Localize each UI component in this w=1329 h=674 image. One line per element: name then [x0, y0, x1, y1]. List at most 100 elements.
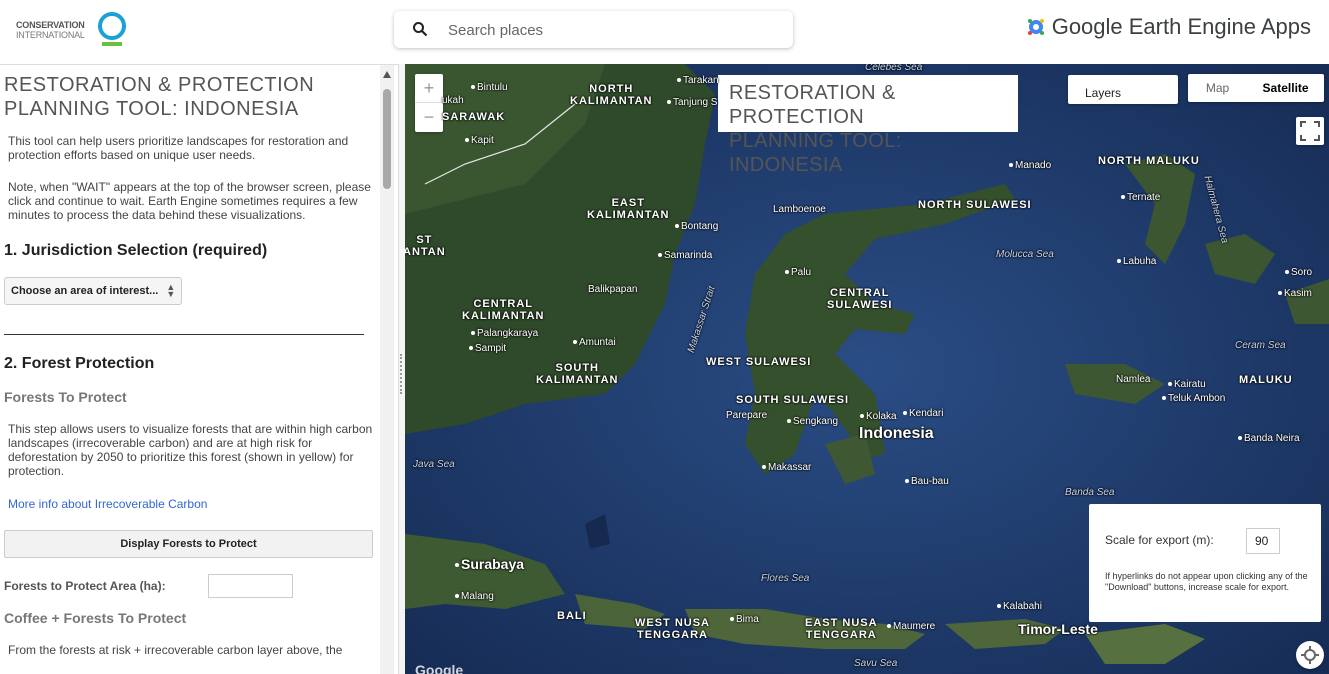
map-label-east-nusa-tenggara: EAST NUSA TENGGARA — [805, 617, 878, 641]
map-label-tarakan: Tarakan — [677, 75, 719, 86]
panel-title: RESTORATION & PROTECTION PLANNING TOOL: … — [4, 73, 378, 121]
map-label-kolaka: Kolaka — [860, 411, 897, 422]
panel-resize-handle[interactable] — [398, 64, 405, 674]
map-label-west-nusa-tenggara: WEST NUSA TENGGARA — [635, 617, 710, 641]
map-label-ukah: ukah — [442, 95, 464, 106]
my-location-button[interactable] — [1296, 641, 1324, 669]
map-label-central-kalimantan: CENTRAL KALIMANTAN — [462, 298, 545, 322]
map-title-line1: RESTORATION & PROTECTION — [729, 82, 896, 128]
forests-heading: Forests To Protect — [4, 389, 127, 405]
locate-icon — [1301, 646, 1319, 664]
map-label-bali: BALI — [557, 610, 587, 622]
area-output[interactable] — [208, 574, 293, 598]
display-forests-button[interactable]: Display Forests to Protect — [4, 530, 373, 558]
select-arrows-icon: ▲ ▼ — [166, 282, 176, 299]
map-label-teluk-ambon: Teluk Ambon — [1162, 393, 1225, 404]
map-label-molucca-sea: Molucca Sea — [996, 249, 1054, 260]
map-label-kairatu: Kairatu — [1168, 379, 1206, 390]
map-label-kasim: Kasim — [1278, 288, 1312, 299]
map-label-namlea: Namlea — [1116, 374, 1151, 385]
map-label-sampit: Sampit — [469, 343, 506, 354]
map-label-west-sulawesi: WEST SULAWESI — [706, 356, 812, 368]
logo-text-line1: CONSERVATION — [16, 20, 85, 30]
zoom-out-button[interactable]: − — [415, 103, 443, 132]
export-scale-label: Scale for export (m): — [1105, 533, 1214, 547]
zoom-in-button[interactable]: + — [415, 74, 443, 103]
map-label-palu: Palu — [785, 267, 811, 278]
google-watermark: Google — [415, 662, 464, 674]
map-label-savu-sea: Savu Sea — [854, 658, 898, 669]
jurisdiction-select-value: Choose an area of interest... — [11, 285, 159, 297]
coffee-description: From the forests at risk + irrecoverable… — [8, 643, 343, 657]
map-label-makassar: Makassar — [762, 462, 811, 473]
map-view[interactable]: + − RESTORATION & PROTECTION PLANNING TO… — [405, 64, 1329, 674]
search-box — [394, 11, 793, 48]
intro-text: This tool can help users prioritize land… — [8, 134, 349, 162]
map-label-north-sulawesi: NORTH SULAWESI — [918, 199, 1032, 211]
logo-bar-icon — [102, 42, 122, 46]
map-label-maluku: MALUKU — [1239, 374, 1293, 386]
map-label-bintulu: Bintulu — [471, 82, 508, 93]
map-label-manado: Manado — [1009, 160, 1051, 171]
fullscreen-icon — [1300, 121, 1320, 141]
map-label-south-kalimantan: SOUTH KALIMANTAN — [536, 362, 619, 386]
map-label-east-kalimantan: EAST KALIMANTAN — [587, 197, 670, 221]
logo-ring-icon — [98, 12, 126, 40]
map-label-north-kalimantan: NORTH KALIMANTAN — [570, 83, 653, 107]
section2-heading: 2. Forest Protection — [4, 355, 155, 372]
map-label-sengkang: Sengkang — [787, 416, 838, 427]
search-icon[interactable] — [412, 21, 428, 37]
map-label-soro: Soro — [1285, 267, 1312, 278]
map-label-malang: Malang — [455, 591, 494, 602]
earth-engine-icon — [1027, 19, 1044, 35]
map-label-kapit: Kapit — [465, 135, 494, 146]
map-type-control: Map Satellite — [1188, 74, 1324, 102]
area-field-row: Forests to Protect Area (ha): — [4, 574, 378, 598]
map-label-indonesia: Indonesia — [859, 425, 934, 442]
map-label-palangkaraya: Palangkaraya — [471, 328, 538, 339]
fullscreen-button[interactable] — [1296, 117, 1324, 145]
map-type-map-button[interactable]: Map — [1188, 74, 1247, 102]
layers-button[interactable]: Layers — [1068, 75, 1178, 104]
export-note: If hyperlinks do not appear upon clickin… — [1105, 571, 1308, 592]
jurisdiction-select[interactable]: Choose an area of interest... ▲ ▼ — [4, 277, 183, 305]
forests-description: This step allows users to visualize fore… — [8, 422, 373, 478]
map-type-satellite-button[interactable]: Satellite — [1247, 74, 1324, 102]
drag-handle-icon — [400, 354, 404, 394]
export-scale-panel: Scale for export (m): 90 If hyperlinks d… — [1089, 504, 1321, 622]
map-label-south-sulawesi: SOUTH SULAWESI — [736, 394, 850, 406]
map-label-bima: Bima — [730, 614, 759, 625]
map-label-surabaya: Surabaya — [455, 556, 524, 572]
map-label-north-maluku: NORTH MALUKU — [1098, 155, 1200, 167]
map-label-bau-bau: Bau-bau — [905, 476, 949, 487]
map-label-balikpapan: Balikpapan — [588, 284, 638, 295]
export-scale-input[interactable]: 90 — [1246, 528, 1280, 554]
panel-title-line1: RESTORATION & PROTECTION — [4, 74, 315, 96]
map-label-tanjung: Tanjung S — [667, 97, 717, 108]
brand-title: Google Earth Engine Apps — [1051, 14, 1311, 39]
logo-text-line2: INTERNATIONAL — [16, 30, 85, 40]
coffee-heading: Coffee + Forests To Protect — [4, 610, 187, 626]
earth-engine-brand[interactable]: Google Earth Engine Apps — [1026, 14, 1311, 40]
map-title-panel: RESTORATION & PROTECTION PLANNING TOOL: … — [718, 75, 1018, 176]
map-label-banda-sea: Banda Sea — [1065, 487, 1115, 498]
conservation-international-logo[interactable]: CONSERVATION INTERNATIONAL — [14, 10, 129, 50]
map-label-kalabahi: Kalabahi — [997, 601, 1042, 612]
map-label-bontang: Bontang — [675, 221, 718, 232]
map-label-ceram-sea: Ceram Sea — [1235, 340, 1286, 351]
map-label-maumere: Maumere — [887, 621, 935, 632]
map-title-line2: PLANNING TOOL: INDONESIA — [729, 130, 902, 176]
map-label-lamboenoe: Lamboenoe — [773, 204, 826, 215]
map-label-banda-neira: Banda Neira — [1238, 433, 1300, 444]
map-label-amuntai: Amuntai — [573, 337, 616, 348]
scroll-up-arrow-icon[interactable] — [383, 71, 391, 78]
map-label-kendari: Kendari — [903, 408, 943, 419]
scroll-thumb[interactable] — [383, 89, 391, 189]
search-input[interactable] — [448, 19, 768, 41]
map-label-west-kalimantan: ST ANTAN — [405, 234, 446, 258]
panel-scrollbar[interactable] — [380, 65, 394, 674]
map-label-flores-sea: Flores Sea — [761, 573, 810, 584]
irrecoverable-carbon-link[interactable]: More info about Irrecoverable Carbon — [8, 497, 207, 511]
map-label-java-sea: Java Sea — [413, 459, 455, 470]
map-label-central-sulawesi: CENTRAL SULAWESI — [827, 287, 893, 311]
